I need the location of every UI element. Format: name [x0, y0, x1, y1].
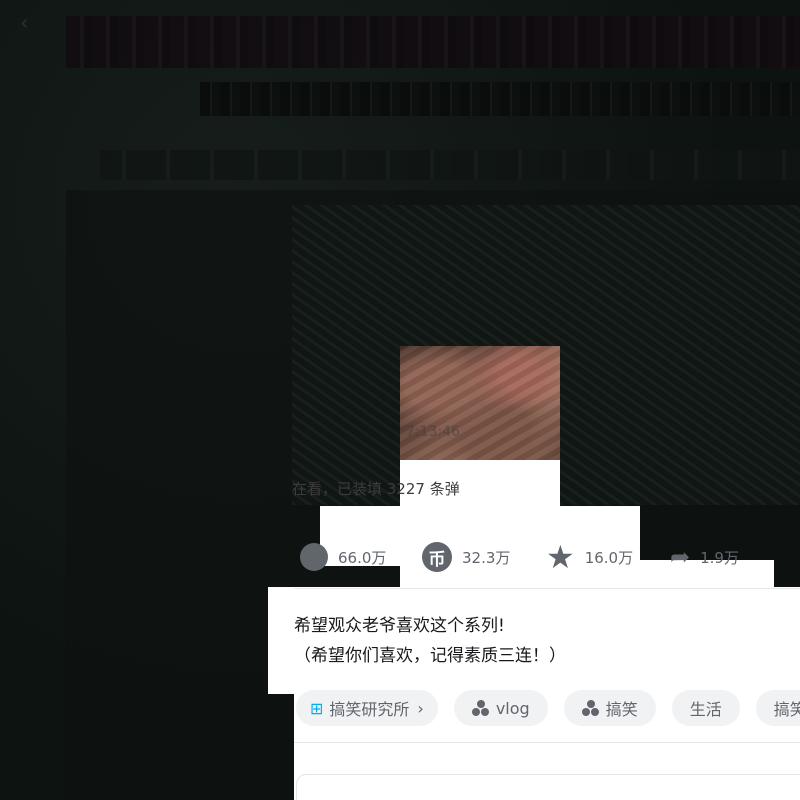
description-line: （希望你们喜欢，记得素质三连！）: [294, 646, 566, 666]
chevron-right-icon: ›: [417, 698, 424, 718]
thumb-up-icon: [300, 543, 328, 571]
back-arrow-icon[interactable]: ‹: [20, 12, 44, 36]
screen: ‹ 7:13:46 在看，已装填 3227 条弹 66.0万 币 32.3万 ★…: [0, 0, 800, 800]
viewers-danmaku-count: 在看，已装填 3227 条弹: [292, 480, 460, 498]
tag-funny-2[interactable]: 搞笑: [755, 690, 800, 726]
share-count: 1.9万: [700, 548, 739, 567]
divider: [294, 742, 800, 743]
title-bar: [200, 82, 800, 116]
topic-hash-icon: ⊞: [310, 698, 324, 718]
topic-tag[interactable]: ⊞ 搞笑研究所 ›: [296, 690, 438, 726]
coin-count: 32.3万: [462, 548, 511, 567]
bottom-card[interactable]: [296, 774, 800, 800]
like-count: 66.0万: [338, 548, 387, 567]
favorite-button[interactable]: ★ 16.0万: [546, 540, 633, 574]
tag-label: 搞笑: [605, 700, 638, 719]
video-description: 希望观众老爷喜欢这个系列! （希望你们喜欢，记得素质三连！）: [294, 611, 566, 671]
favorite-count: 16.0万: [584, 548, 634, 567]
tag-life[interactable]: 生活: [671, 690, 740, 726]
tag-label: 搞笑: [773, 700, 800, 719]
like-button[interactable]: 66.0万: [300, 540, 386, 574]
channel-dots-icon: [471, 700, 490, 716]
video-duration: 7:13:46: [406, 424, 460, 440]
header-bar: [66, 16, 800, 68]
description-line: 希望观众老爷喜欢这个系列!: [294, 616, 505, 636]
tag-vlog[interactable]: vlog: [453, 690, 548, 726]
tag-label: 生活: [689, 700, 722, 719]
coin-icon: 币: [422, 542, 452, 572]
share-icon: ➦: [670, 543, 691, 571]
star-icon: ★: [546, 538, 575, 576]
video-thumbnail[interactable]: 7:13:46: [400, 346, 560, 460]
meta-bar: [100, 150, 800, 180]
tag-funny[interactable]: 搞笑: [563, 690, 656, 726]
divider: [294, 588, 800, 589]
tag-label: vlog: [495, 698, 530, 718]
share-button[interactable]: ➦ 1.9万: [670, 540, 739, 574]
tag-list: ⊞ 搞笑研究所 › vlog 搞笑 生活 搞笑: [296, 690, 800, 726]
coin-button[interactable]: 币 32.3万: [422, 540, 510, 574]
topic-tag-label: 搞笑研究所: [329, 700, 410, 719]
channel-dots-icon: [581, 700, 600, 716]
